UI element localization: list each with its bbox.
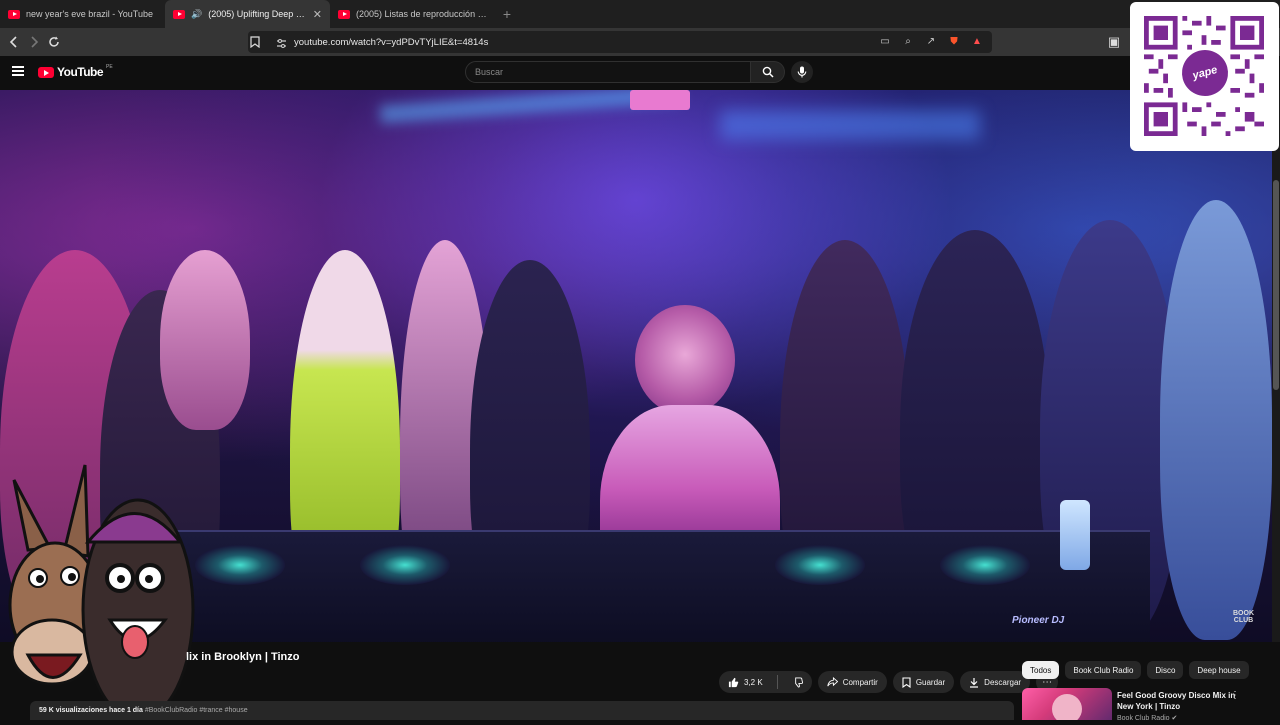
recommended-video[interactable]: Feel Good Groovy Disco Mix in New York |… — [1022, 688, 1272, 722]
crowd-person — [160, 250, 250, 430]
youtube-favicon-icon — [173, 9, 185, 19]
download-icon — [970, 677, 979, 688]
reload-icon[interactable] — [44, 32, 64, 52]
search-icon — [762, 66, 774, 78]
view-count: 59 K visualizaciones — [39, 707, 108, 714]
brave-shield-icon[interactable]: ⛊ — [947, 34, 961, 48]
tab-title: (2005) Uplifting Deep House — [208, 9, 307, 19]
sidebar-toggle-icon[interactable]: ▣ — [1104, 32, 1124, 52]
address-bar[interactable]: youtube.com/watch?v=ydPDvTYjLIE&t=4814s … — [248, 31, 992, 53]
cdj-deck — [195, 545, 285, 585]
video-actions: 3,2 K Compartir Guardar Descargar ⋯ — [719, 671, 1059, 693]
page-scrollbar[interactable] — [1272, 90, 1280, 642]
back-icon[interactable] — [4, 32, 24, 52]
dislike-button[interactable] — [783, 671, 812, 693]
verified-icon: ✔ — [1171, 715, 1178, 722]
youtube-favicon-icon — [338, 9, 350, 19]
search-button[interactable] — [751, 61, 785, 83]
recommended-channel[interactable]: Book Club Radio ✔ — [1117, 714, 1177, 722]
like-count: 3,2 K — [744, 677, 763, 687]
thumbs-down-icon — [794, 676, 803, 688]
watermark-line: BOOK — [1233, 610, 1254, 617]
thumbs-up-icon — [728, 677, 739, 687]
youtube-header: YouTube PE Buscar — [0, 56, 1280, 90]
cast-icon[interactable]: ▭ — [878, 34, 892, 48]
more-vertical-icon[interactable]: ⋮ — [1230, 690, 1240, 701]
share-label: Compartir — [842, 677, 878, 687]
bookmark-icon — [902, 676, 911, 688]
scrollbar-thumb[interactable] — [1273, 180, 1279, 390]
video-watermark: BOOK CLUB — [1233, 610, 1254, 624]
cdj-deck — [940, 545, 1030, 585]
cdj-deck — [360, 545, 450, 585]
like-button[interactable]: 3,2 K — [719, 671, 772, 693]
dj-head — [635, 305, 735, 415]
chip-book-club-radio[interactable]: Book Club Radio — [1065, 661, 1142, 679]
yape-qr-code: yape — [1130, 2, 1279, 151]
browser-tab-3[interactable]: (2005) Listas de reproducción - YouT — [330, 0, 495, 28]
water-bottle — [1060, 500, 1090, 570]
address-bar-actions: ▭ ⌕ ↗ ⛊ ▲ — [878, 34, 984, 48]
save-button[interactable]: Guardar — [892, 671, 955, 693]
speaker-icon[interactable]: 🔊 — [191, 9, 202, 20]
bookmark-icon[interactable] — [250, 35, 264, 49]
crowd-person — [1160, 200, 1272, 640]
recommended-title[interactable]: Feel Good Groovy Disco Mix in New York |… — [1117, 690, 1247, 712]
download-button[interactable]: Descargar — [960, 671, 1031, 693]
browser-toolbar: youtube.com/watch?v=ydPDvTYjLIE&t=4814s … — [0, 28, 1280, 56]
new-tab-button[interactable]: + — [495, 0, 519, 28]
share-icon[interactable]: ↗ — [924, 34, 938, 48]
browser-tab-2[interactable]: 🔊 (2005) Uplifting Deep House ✕ — [165, 0, 330, 28]
related-filter-chips: Todos Book Club Radio Disco Deep house — [1022, 661, 1249, 679]
streamer-avatar-overlay — [0, 460, 195, 722]
close-tab-icon[interactable]: ✕ — [313, 8, 322, 21]
voice-search-button[interactable] — [791, 61, 813, 83]
divider — [776, 675, 778, 689]
browser-tab-strip: new year's eve brazil - YouTube 🔊 (2005)… — [0, 0, 1280, 28]
share-icon — [827, 677, 838, 687]
video-title: lix in Brooklyn | Tinzo — [186, 651, 300, 663]
chip-deep-house[interactable]: Deep house — [1189, 661, 1249, 679]
chip-todos[interactable]: Todos — [1022, 661, 1060, 679]
deck-brand-label: Pioneer DJ — [1012, 615, 1065, 626]
menu-icon[interactable] — [12, 66, 24, 76]
like-dislike-group: 3,2 K — [719, 671, 812, 693]
url-text: youtube.com/watch?v=ydPDvTYjLIE&t=4814s — [294, 36, 489, 48]
channel-name: Book Club Radio — [1117, 715, 1170, 722]
chip-disco[interactable]: Disco — [1147, 661, 1184, 679]
ceiling-lamp — [630, 90, 690, 110]
forward-icon[interactable] — [24, 32, 44, 52]
save-label: Guardar — [915, 677, 946, 687]
search-placeholder: Buscar — [475, 67, 504, 77]
share-button[interactable]: Compartir — [817, 671, 887, 693]
country-code: PE — [106, 64, 113, 70]
microphone-icon — [797, 66, 807, 78]
search-input[interactable]: Buscar — [465, 61, 751, 83]
cdj-deck — [775, 545, 865, 585]
tab-title: (2005) Listas de reproducción - YouT — [356, 9, 487, 19]
tab-title: new year's eve brazil - YouTube — [26, 9, 153, 19]
hashtags[interactable]: #BookClubRadio #trance #house — [145, 707, 248, 714]
site-info-icon[interactable] — [276, 36, 287, 54]
youtube-favicon-icon — [8, 9, 20, 19]
brave-rewards-icon[interactable]: ▲ — [970, 34, 984, 48]
stage-light — [720, 110, 980, 140]
youtube-logo-icon — [38, 66, 54, 78]
description-box[interactable]: 59 K visualizaciones hace 1 día #BookClu… — [30, 701, 1014, 720]
youtube-logo[interactable]: YouTube PE — [38, 64, 113, 79]
recommended-thumbnail[interactable] — [1022, 688, 1112, 720]
browser-tab-1[interactable]: new year's eve brazil - YouTube — [0, 0, 165, 28]
thumbnail-figure — [1052, 694, 1082, 720]
upload-age: hace 1 día — [109, 707, 143, 714]
watermark-line: CLUB — [1233, 617, 1254, 624]
youtube-wordmark: YouTube — [57, 65, 104, 79]
zoom-icon[interactable]: ⌕ — [901, 34, 915, 48]
download-label: Descargar — [984, 677, 1022, 687]
